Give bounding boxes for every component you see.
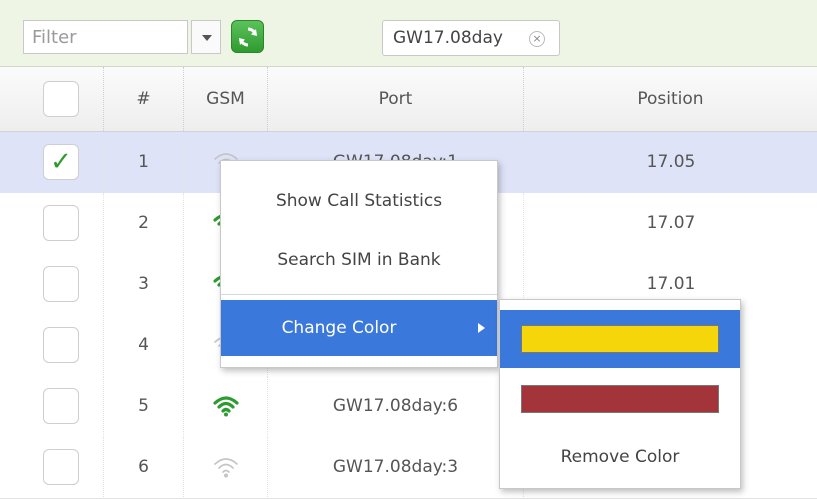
row-position: 17.05: [646, 152, 696, 172]
chevron-right-icon: [478, 323, 485, 333]
row-checkbox[interactable]: [43, 327, 79, 363]
row-number: 2: [104, 193, 184, 253]
row-number: 5: [104, 376, 184, 436]
row-number: 3: [104, 254, 184, 314]
row-checkbox[interactable]: ✓: [43, 144, 79, 180]
close-icon[interactable]: ×: [529, 31, 545, 47]
row-number: 1: [104, 132, 184, 192]
row-select-cell: ✓: [0, 132, 104, 192]
filter-dropdown-button[interactable]: [191, 20, 221, 54]
filter-input[interactable]: [23, 20, 188, 54]
filter-tag: GW17.08day ×: [382, 20, 560, 56]
toolbar: GW17.08day ×: [0, 0, 817, 67]
color-option-red[interactable]: [500, 370, 740, 428]
signal-weak-icon: [184, 437, 268, 497]
row-port: GW17.08day:3: [268, 437, 524, 497]
grid-header: # GSM Port Position: [0, 67, 817, 132]
row-port: GW17.08day:6: [268, 376, 524, 436]
filter-tag-label: GW17.08day: [393, 28, 503, 48]
yellow-swatch: [521, 325, 719, 353]
signal-strong-icon: [184, 376, 268, 436]
remove-color-option[interactable]: Remove Color: [500, 432, 740, 482]
row-checkbox[interactable]: [43, 449, 79, 485]
row-position: 17.07: [646, 213, 696, 233]
row-checkbox[interactable]: [43, 388, 79, 424]
menu-item-search-sim-in-bank[interactable]: Search SIM in Bank: [221, 235, 497, 285]
context-menu: Show Call Statistics Search SIM in Bank …: [220, 160, 498, 368]
remove-color-label: Remove Color: [560, 447, 680, 467]
menu-separator: [221, 294, 497, 295]
select-all-checkbox[interactable]: [43, 81, 79, 117]
refresh-icon: [239, 27, 257, 47]
row-select-cell: [0, 315, 104, 375]
color-option-yellow[interactable]: [500, 310, 740, 368]
checkmark-icon: ✓: [50, 147, 72, 177]
row-select-cell: [0, 376, 104, 436]
color-submenu: Remove Color: [499, 299, 741, 489]
red-swatch: [521, 385, 719, 413]
row-number: 6: [104, 437, 184, 497]
row-checkbox[interactable]: [43, 266, 79, 302]
row-checkbox[interactable]: [43, 205, 79, 241]
row-select-cell: [0, 193, 104, 253]
header-port[interactable]: Port: [268, 67, 524, 131]
header-number[interactable]: #: [104, 67, 184, 131]
chevron-down-icon: [202, 35, 212, 41]
menu-item-change-color[interactable]: Change Color: [221, 300, 497, 356]
row-number: 4: [104, 315, 184, 375]
header-position[interactable]: Position: [524, 67, 817, 131]
menu-item-change-color-label: Change Color: [281, 318, 397, 338]
row-select-cell: [0, 254, 104, 314]
menu-item-show-call-statistics[interactable]: Show Call Statistics: [221, 176, 497, 226]
row-select-cell: [0, 437, 104, 497]
header-gsm[interactable]: GSM: [184, 67, 268, 131]
refresh-button[interactable]: [231, 20, 264, 53]
header-select-all[interactable]: [0, 67, 104, 131]
